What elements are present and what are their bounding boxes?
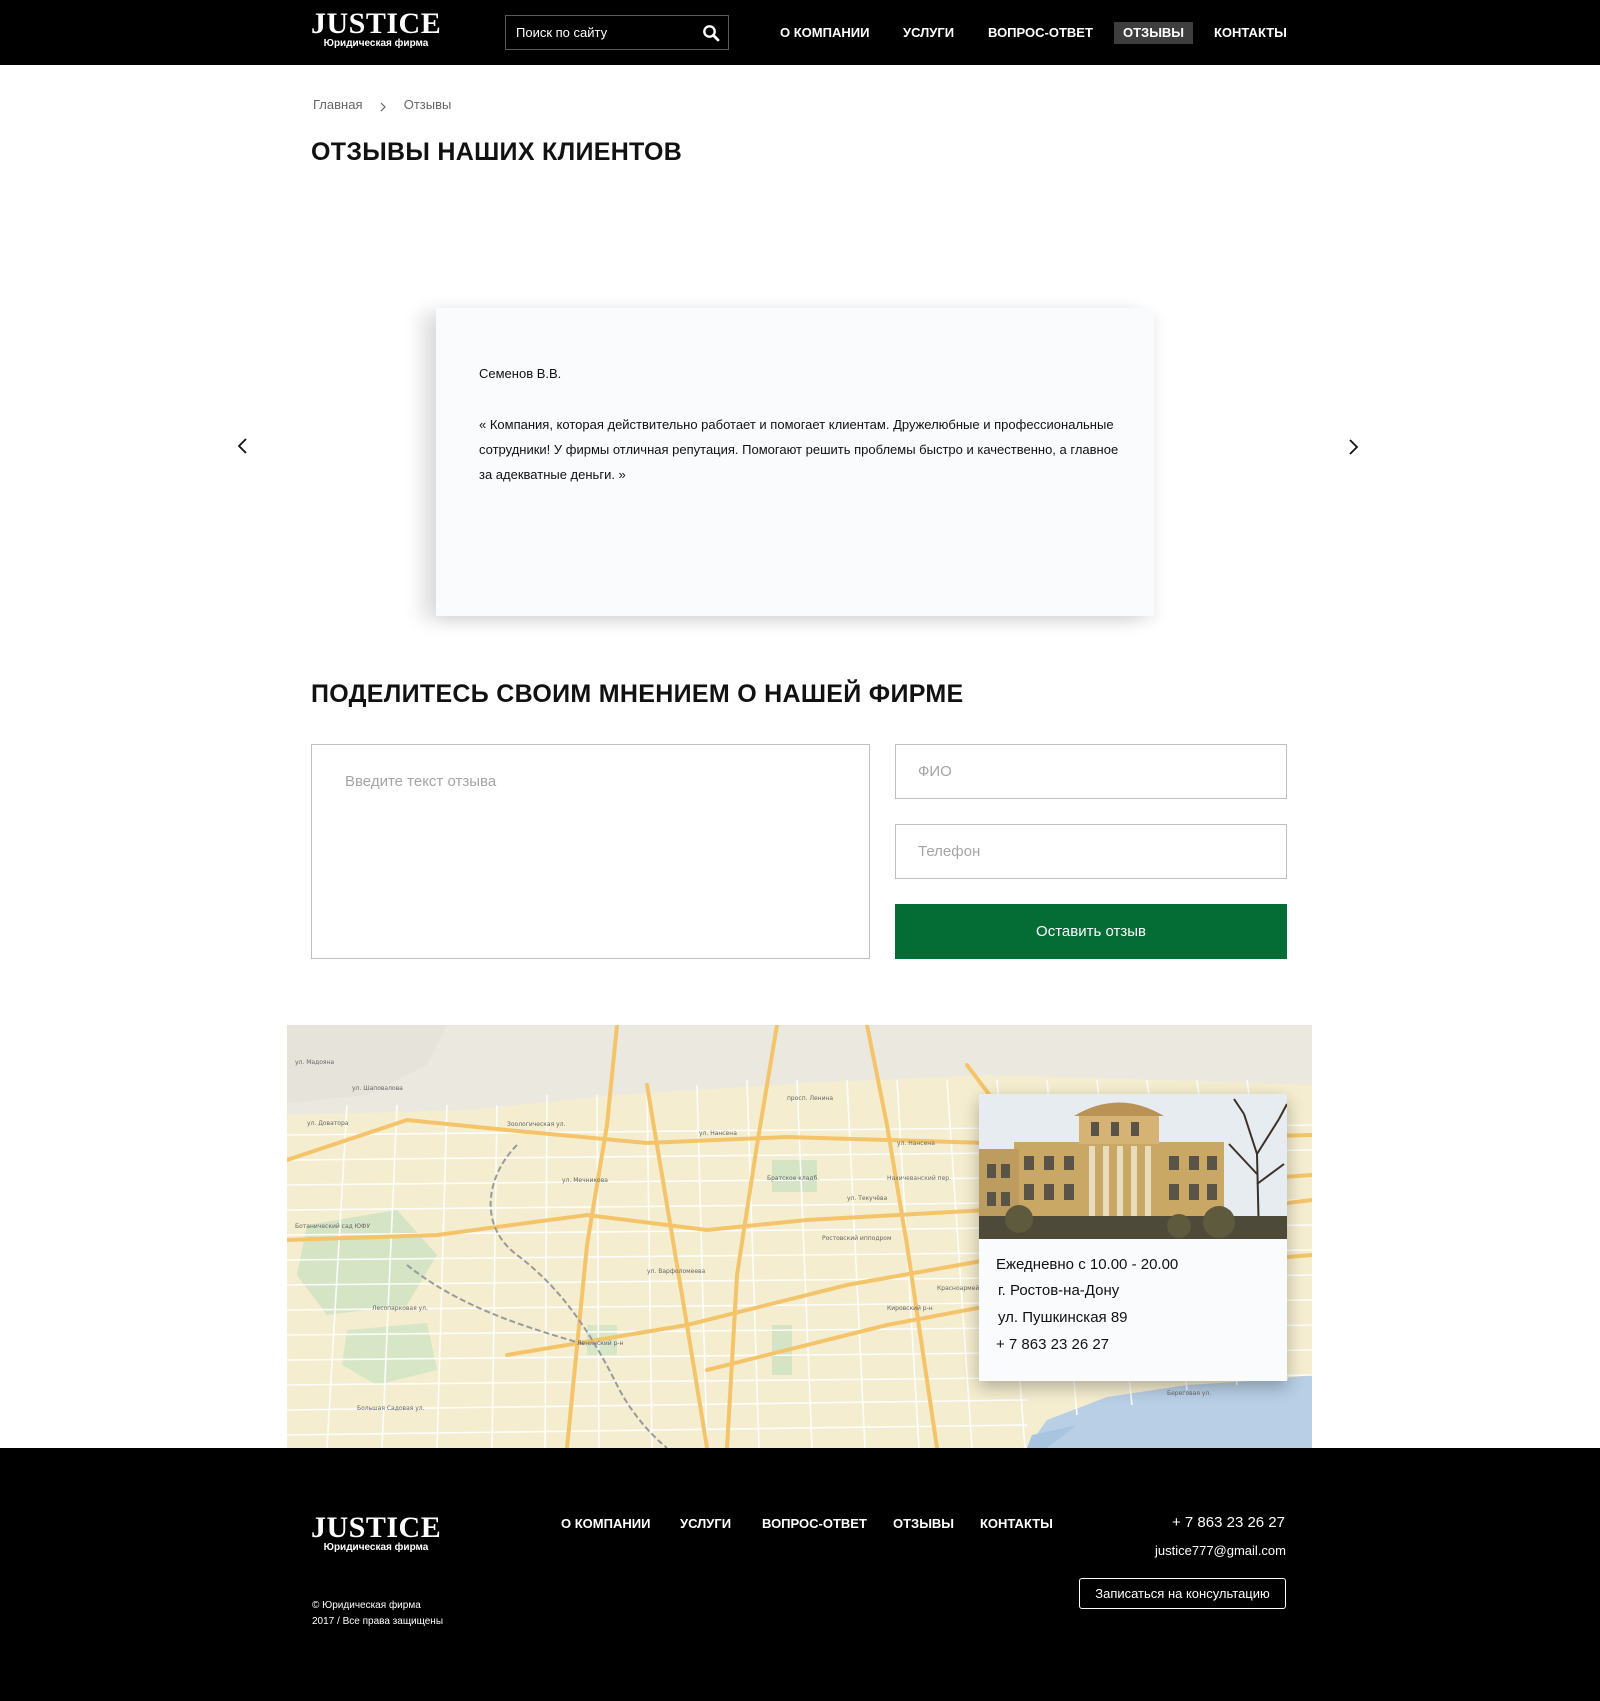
map-street-label: ул. Мечникова: [562, 1177, 608, 1184]
map-street-label: ул. Нансена: [699, 1130, 737, 1137]
site-footer: JUSTICE Юридическая фирма О компании Усл…: [0, 1448, 1600, 1701]
footer-nav-contacts[interactable]: Контакты: [980, 1516, 1053, 1531]
map-street-label: ул. Мадояна: [295, 1059, 335, 1066]
copyright-line-2: 2017 / Все права защищены: [312, 1616, 444, 1627]
footer-phone[interactable]: + 7 863 23 26 27: [1100, 1514, 1285, 1531]
phone-input[interactable]: [895, 824, 1287, 879]
footer-logo[interactable]: JUSTICE Юридическая фирма: [311, 1513, 441, 1554]
review-textarea[interactable]: [311, 744, 870, 959]
office-building-image: [979, 1094, 1287, 1239]
city: г. Ростов-на-Дону: [998, 1282, 1120, 1299]
footer-nav-reviews[interactable]: Отзывы: [893, 1516, 954, 1531]
map-street-label: Братское кладб.: [767, 1175, 820, 1182]
map-street-label: ул. Варфоломеева: [647, 1268, 706, 1275]
footer-logo-subtitle: Юридическая фирма: [323, 1542, 429, 1553]
contact-phone[interactable]: + 7 863 23 26 27: [996, 1336, 1109, 1353]
main-nav: О компании Услуги Вопрос-ответ Отзывы Ко…: [0, 22, 1600, 44]
footer-email[interactable]: justice777@gmail.com: [1040, 1543, 1286, 1558]
map-street-label: Лесопарковая ул.: [372, 1305, 428, 1312]
name-input[interactable]: [895, 744, 1287, 799]
map-street-label: Кировский р-н: [887, 1305, 933, 1312]
map-street-label: просп. Ленина: [787, 1095, 834, 1102]
contact-info-card: Ежедневно с 10.00 - 20.00 г. Ростов-на-Д…: [979, 1094, 1287, 1381]
map-street-label: ул. Текучёва: [847, 1195, 888, 1202]
breadcrumb-current: Отзывы: [403, 97, 452, 113]
nav-item-reviews[interactable]: Отзывы: [1114, 22, 1194, 44]
review-card: Семенов В.В. « Компания, которая действи…: [436, 308, 1154, 616]
site-header: JUSTICE Юридическая фирма О компании Усл…: [0, 0, 1600, 65]
breadcrumb-home[interactable]: Главная: [313, 97, 362, 112]
map-street-label: Ленинский р-н: [577, 1340, 624, 1347]
nav-item-about[interactable]: О компании: [771, 22, 878, 44]
chevron-right-icon: [378, 100, 388, 111]
breadcrumb: Главная Отзывы: [313, 96, 451, 112]
map-street-label: Нахичеванский пер.: [887, 1175, 951, 1182]
working-hours: Ежедневно с 10.00 - 20.00: [996, 1256, 1179, 1273]
chevron-left-icon[interactable]: [231, 434, 255, 458]
submit-review-button[interactable]: Оставить отзыв: [895, 904, 1287, 959]
footer-logo-title: JUSTICE: [311, 1511, 442, 1544]
footer-nav-faq[interactable]: Вопрос-ответ: [762, 1516, 867, 1531]
map-street-label: Большая Садовая ул.: [357, 1405, 425, 1412]
copyright-line-1: © Юридическая фирма: [312, 1600, 421, 1611]
footer-nav-about[interactable]: О компании: [561, 1516, 650, 1531]
street-address: ул. Пушкинская 89: [998, 1309, 1128, 1326]
nav-item-faq[interactable]: Вопрос-ответ: [979, 22, 1102, 44]
map-street-label: Зоологическая ул.: [507, 1121, 566, 1128]
book-consultation-button[interactable]: Записаться на консультацию: [1079, 1578, 1286, 1609]
page-title: Отзывы наших клиентов: [311, 138, 683, 166]
form-title: Поделитесь своим мнением о нашей фирме: [311, 680, 964, 708]
nav-item-contacts[interactable]: Контакты: [1205, 22, 1296, 44]
map-street-label: ул. Доватора: [307, 1120, 349, 1127]
chevron-right-icon[interactable]: [1341, 435, 1365, 459]
review-text: « Компания, которая действительно работа…: [479, 417, 1119, 482]
map-street-label: ул. Нансена: [897, 1140, 935, 1147]
footer-nav-services[interactable]: Услуги: [680, 1516, 731, 1531]
nav-item-services[interactable]: Услуги: [894, 22, 963, 44]
map-street-label: Ростовский ипподром: [822, 1235, 892, 1242]
review-author: Семенов В.В.: [479, 366, 562, 381]
map-street-label: Ботанический сад ЮФУ: [295, 1223, 370, 1230]
map-street-label: ул. Шаповалова: [352, 1085, 403, 1092]
map-street-label: Береговая ул.: [1167, 1390, 1212, 1397]
